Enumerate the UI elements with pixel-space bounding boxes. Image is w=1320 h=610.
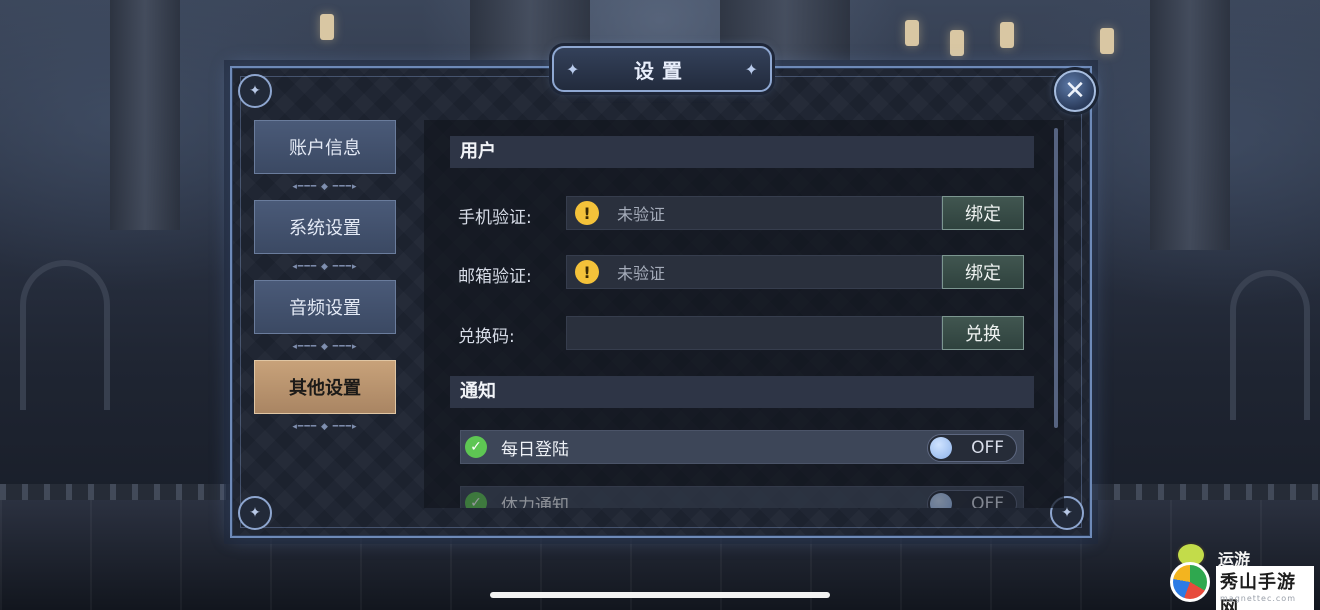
tab-divider: ◂━━━ ◆ ━━━▸ — [292, 422, 358, 432]
candle — [320, 14, 334, 40]
tab-audio-settings[interactable]: 音频设置 ◂━━━ ◆ ━━━▸ — [254, 280, 396, 352]
close-button[interactable]: ✕ — [1054, 70, 1096, 112]
watermark-url: magnettec.com — [1220, 594, 1296, 603]
email-verify-label: 邮箱验证: — [458, 267, 532, 287]
background-arch — [20, 260, 110, 410]
phone-verify-label: 手机验证: — [458, 208, 532, 228]
watermark-logo-icon — [1170, 562, 1210, 602]
check-icon: ✓ — [465, 492, 487, 508]
warning-icon: ! — [575, 201, 599, 225]
background-arch — [1230, 270, 1310, 420]
section-heading-user: 用户 — [450, 136, 1034, 168]
bind-phone-button[interactable]: 绑定 — [942, 196, 1024, 230]
star-ornament-icon: ✦ — [566, 60, 580, 79]
check-icon: ✓ — [465, 436, 487, 458]
dialog-title-plate: ✦ 设置 ✦ — [552, 46, 772, 92]
phone-verify-status: 未验证 — [617, 205, 666, 224]
candle — [1000, 22, 1014, 48]
content-scrollbar[interactable] — [1054, 128, 1058, 428]
tab-other-settings[interactable]: 其他设置 ◂━━━ ◆ ━━━▸ — [254, 360, 396, 432]
redeem-code-label: 兑换码: — [458, 327, 515, 347]
dialog-title: 设置 — [634, 58, 690, 83]
bind-email-button[interactable]: 绑定 — [942, 255, 1024, 289]
daily-login-toggle[interactable]: OFF — [927, 434, 1017, 462]
redeem-button[interactable]: 兑换 — [942, 316, 1024, 350]
settings-content-panel[interactable]: 用户 手机验证: ! 未验证 绑定 邮箱验证: ! 未验证 绑定 兑换码: 兑换… — [424, 120, 1064, 508]
email-verify-status: 未验证 — [617, 264, 666, 283]
warning-icon: ! — [575, 260, 599, 284]
phone-verify-field: ! 未验证 — [566, 196, 942, 230]
notify-row-daily-login: ✓ 每日登陆 OFF — [460, 430, 1024, 464]
diamond-ornament-icon: ✦ — [238, 496, 272, 530]
tab-divider: ◂━━━ ◆ ━━━▸ — [292, 262, 358, 272]
site-watermark: 运游 秀山手游网 magnettec.com — [1166, 542, 1314, 610]
close-icon: ✕ — [1064, 76, 1086, 106]
candle — [1100, 28, 1114, 54]
tab-label: 其他设置 — [289, 378, 361, 399]
background-pillar — [1150, 0, 1230, 250]
toggle-state: OFF — [971, 494, 1004, 508]
tab-divider: ◂━━━ ◆ ━━━▸ — [292, 182, 358, 192]
notify-label: 每日登陆 — [501, 439, 569, 460]
toggle-knob — [930, 493, 952, 508]
settings-dialog: ✦ ✦ ✦ ✦ 设置 ✦ ✕ 账户信息 ◂━━━ ◆ ━━━▸ 系统设置 ◂━━… — [230, 46, 1096, 538]
tab-system-settings[interactable]: 系统设置 ◂━━━ ◆ ━━━▸ — [254, 200, 396, 272]
star-ornament-icon: ✦ — [744, 60, 758, 79]
tab-divider: ◂━━━ ◆ ━━━▸ — [292, 342, 358, 352]
diamond-ornament-icon: ✦ — [238, 74, 272, 108]
notify-label: 体力通知 — [501, 495, 569, 509]
background-pillar — [110, 0, 180, 230]
section-heading-notify: 通知 — [450, 376, 1034, 408]
home-indicator[interactable] — [490, 592, 830, 598]
tab-account-info[interactable]: 账户信息 ◂━━━ ◆ ━━━▸ — [254, 120, 396, 192]
watermark-name: 秀山手游网 — [1216, 566, 1314, 610]
tab-label: 账户信息 — [289, 138, 361, 159]
candle — [905, 20, 919, 46]
stamina-notify-toggle[interactable]: OFF — [927, 490, 1017, 508]
toggle-knob — [930, 437, 952, 459]
email-verify-field: ! 未验证 — [566, 255, 942, 289]
settings-nav: 账户信息 ◂━━━ ◆ ━━━▸ 系统设置 ◂━━━ ◆ ━━━▸ 音频设置 ◂… — [254, 120, 396, 440]
candle — [950, 30, 964, 56]
tab-label: 音频设置 — [289, 298, 361, 319]
tab-label: 系统设置 — [289, 218, 361, 239]
redeem-code-input[interactable] — [566, 316, 942, 350]
notify-row-stamina: ✓ 体力通知 OFF — [460, 486, 1024, 508]
toggle-state: OFF — [971, 438, 1004, 458]
